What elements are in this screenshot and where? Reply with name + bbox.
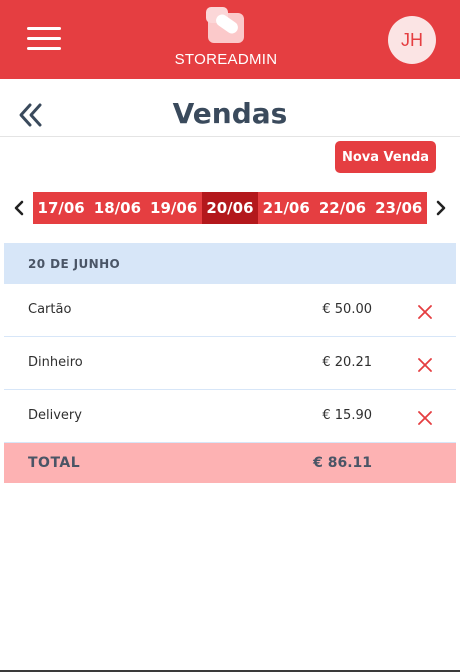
avatar[interactable]: JH <box>388 16 436 64</box>
payment-method: Dinheiro <box>28 355 83 370</box>
hamburger-menu-icon[interactable] <box>27 26 61 52</box>
date-tab[interactable]: 18/06 <box>89 192 145 224</box>
double-chevron-left-icon[interactable] <box>18 100 46 130</box>
payment-method: Delivery <box>28 408 82 423</box>
top-bar: STOREADMIN JH <box>0 0 460 79</box>
close-icon[interactable] <box>418 358 432 372</box>
total-amount: € 86.11 <box>313 455 372 471</box>
day-header: 20 DE JUNHO <box>4 243 456 284</box>
chevron-right-icon[interactable] <box>434 199 448 217</box>
chevron-left-icon[interactable] <box>12 199 26 217</box>
store-logo-icon <box>206 7 244 43</box>
date-tab[interactable]: 21/06 <box>258 192 314 224</box>
new-sale-button[interactable]: Nova Venda <box>335 141 436 173</box>
total-row: TOTAL € 86.11 <box>4 443 456 483</box>
payment-method: Cartão <box>28 302 72 317</box>
divider <box>0 136 460 137</box>
table-row: Delivery € 15.90 <box>4 390 456 443</box>
date-tab[interactable]: 19/06 <box>146 192 202 224</box>
close-icon[interactable] <box>418 305 432 319</box>
close-icon[interactable] <box>418 411 432 425</box>
sale-amount: € 15.90 <box>322 408 372 423</box>
date-tab-selected[interactable]: 20/06 <box>201 192 259 224</box>
table-row: Dinheiro € 20.21 <box>4 337 456 390</box>
date-selector: 17/06 18/06 19/06 20/06 21/06 22/06 23/0… <box>33 192 427 224</box>
date-tab[interactable]: 17/06 <box>33 192 89 224</box>
page-title: Vendas <box>172 97 288 130</box>
sale-amount: € 50.00 <box>322 302 372 317</box>
total-label: TOTAL <box>28 455 81 471</box>
date-tab[interactable]: 23/06 <box>371 192 427 224</box>
table-row: Cartão € 50.00 <box>4 284 456 337</box>
brand-name: STOREADMIN <box>174 51 278 68</box>
date-tab[interactable]: 22/06 <box>314 192 370 224</box>
sale-amount: € 20.21 <box>322 355 372 370</box>
